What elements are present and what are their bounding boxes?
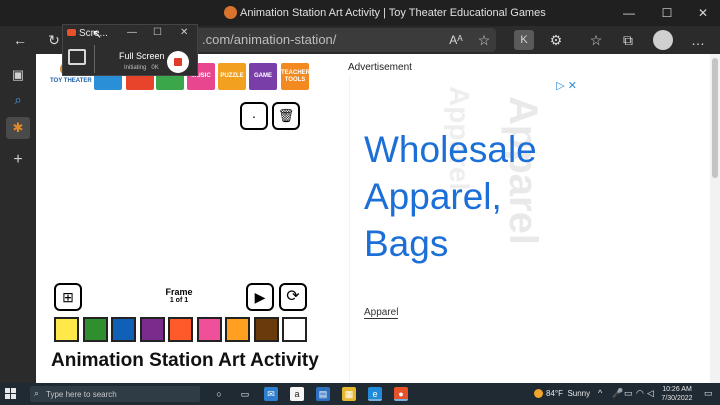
- recorder-status: Initiating 0K: [124, 65, 159, 71]
- microphone-icon[interactable]: 🎤: [612, 388, 623, 399]
- window-close-button[interactable]: ✕: [690, 3, 716, 23]
- window-title: Animation Station Art Activity | Toy The…: [240, 7, 546, 19]
- tray-chevron-icon[interactable]: ^: [598, 388, 602, 398]
- brush-size-button[interactable]: ·: [240, 102, 268, 130]
- ad-headline-line: Wholesale: [364, 129, 537, 170]
- address-bar-url: .com/animation-station/: [202, 32, 337, 47]
- sun-icon: [534, 389, 543, 399]
- play-icon: ▶: [254, 289, 266, 305]
- taskbar-search-placeholder: Type here to search: [46, 390, 117, 399]
- volume-icon[interactable]: ◁: [647, 388, 654, 399]
- recorder-minimize-button[interactable]: —: [127, 27, 137, 38]
- screen-recorder-window[interactable]: Scre... — ☐ ✕ Full Screen Initiating 0K: [62, 24, 198, 76]
- add-frame-button[interactable]: ⊞: [54, 283, 82, 311]
- color-swatch[interactable]: [139, 317, 165, 342]
- window-title-bar: Animation Station Art Activity | Toy The…: [0, 0, 720, 26]
- taskbar-clock[interactable]: 10:26 AM 7/30/2022: [656, 385, 698, 403]
- weather-widget[interactable]: 84°F Sunny: [534, 389, 590, 399]
- stop-icon: [174, 58, 182, 66]
- windows-taskbar: ⌕ Type here to search ○ ▭ ✉ a ▤ ▦ e ● 84…: [0, 383, 720, 405]
- ad-headline-line: Bags: [364, 223, 449, 264]
- tab-actions-icon[interactable]: ▣: [6, 64, 30, 86]
- window-minimize-button[interactable]: —: [616, 3, 642, 23]
- back-icon[interactable]: ←: [10, 30, 30, 50]
- search-icon: ⌕: [34, 388, 40, 398]
- collections-icon[interactable]: ⧉: [618, 30, 638, 50]
- extensions-icon[interactable]: ⚙: [546, 30, 566, 50]
- capture-mode-icon[interactable]: [68, 49, 86, 65]
- network-icon[interactable]: ▭: [624, 388, 633, 399]
- add-frame-icon: ⊞: [62, 289, 74, 305]
- clock-time: 10:26 AM: [662, 386, 692, 393]
- refresh-icon[interactable]: ↻: [44, 30, 64, 50]
- frame-counter: 1 of 1: [169, 297, 189, 304]
- task-view-2-icon[interactable]: ▭: [238, 387, 252, 401]
- advertisement[interactable]: Apparel Apparel ▷ ✕ Wholesale Apparel, B…: [349, 76, 581, 383]
- file-explorer-icon[interactable]: ▤: [316, 387, 330, 401]
- color-swatch[interactable]: [225, 317, 250, 342]
- logo-text: TOY THEATER: [50, 78, 92, 84]
- clear-button[interactable]: 🗑: [272, 102, 300, 130]
- add-favorite-icon[interactable]: ☆: [474, 30, 494, 50]
- profile-avatar[interactable]: [653, 30, 673, 50]
- extension-icon[interactable]: K: [514, 30, 534, 50]
- color-swatch[interactable]: [54, 317, 79, 342]
- mail-icon[interactable]: ✉: [264, 387, 278, 401]
- recorder-close-button[interactable]: ✕: [180, 27, 188, 38]
- taskbar-search-box[interactable]: ⌕ Type here to search: [30, 386, 200, 402]
- screen-recorder-taskbar-icon[interactable]: ●: [394, 387, 408, 401]
- color-swatch[interactable]: [111, 317, 136, 342]
- ad-label: Advertisement: [348, 62, 412, 73]
- category-tab-game[interactable]: GAME: [249, 63, 277, 90]
- page-scrollbar[interactable]: [710, 54, 720, 383]
- color-swatch[interactable]: [282, 317, 307, 342]
- site-favicon-icon: [224, 6, 237, 19]
- color-swatch[interactable]: [253, 317, 279, 342]
- loop-icon: ⟳: [286, 288, 300, 305]
- capture-mode-label: Full Screen: [119, 51, 165, 61]
- notifications-icon[interactable]: ▭: [704, 388, 713, 399]
- task-view-icon[interactable]: ○: [212, 387, 226, 401]
- category-tab-teacher-tools[interactable]: TEACHER TOOLS: [281, 63, 310, 90]
- color-swatch[interactable]: [168, 317, 193, 342]
- recorder-maximize-button[interactable]: ☐: [153, 27, 162, 38]
- start-button[interactable]: [5, 388, 16, 399]
- more-menu-icon[interactable]: …: [688, 30, 708, 50]
- web-page: TOY THEATER MUSIC PUZZLE GAME TEACHER TO…: [36, 54, 720, 383]
- play-button[interactable]: ▶: [246, 283, 274, 311]
- recorder-logo-icon: [67, 29, 76, 36]
- store-icon[interactable]: ▦: [342, 387, 356, 401]
- record-button[interactable]: [167, 51, 189, 73]
- trash-icon: 🗑: [277, 108, 295, 123]
- ad-choices-icon[interactable]: ▷ ✕: [556, 79, 577, 92]
- clock-date: 7/30/2022: [661, 395, 693, 402]
- frame-label: Frame: [165, 287, 193, 297]
- amazon-icon[interactable]: a: [290, 387, 304, 401]
- ad-link[interactable]: Apparel: [364, 307, 399, 319]
- page-heading: Animation Station Art Activity: [51, 350, 319, 371]
- color-swatch[interactable]: [196, 317, 222, 342]
- ad-headline-line: Apparel,: [364, 176, 502, 217]
- recorder-divider: [94, 45, 95, 73]
- mouse-cursor-icon: ↖: [92, 27, 103, 41]
- category-tab-puzzle[interactable]: PUZZLE: [218, 63, 246, 90]
- loop-button[interactable]: ⟳: [279, 283, 307, 311]
- ad-headline[interactable]: Wholesale Apparel, Bags: [364, 126, 537, 267]
- window-maximize-button[interactable]: ☐: [654, 3, 680, 23]
- dot-icon: ·: [251, 108, 257, 124]
- edge-browser-icon[interactable]: e: [368, 387, 382, 401]
- search-icon[interactable]: ⌕: [6, 89, 30, 111]
- vertical-tabs-rail: ▣ ⌕ ✱ +: [0, 54, 36, 383]
- color-swatch[interactable]: [82, 317, 108, 342]
- active-tab-icon[interactable]: ✱: [6, 117, 30, 139]
- read-aloud-icon[interactable]: Aᴬ: [446, 30, 466, 50]
- new-tab-icon[interactable]: +: [6, 149, 30, 171]
- scrollbar-thumb[interactable]: [712, 58, 718, 178]
- wifi-icon[interactable]: ◠: [636, 388, 644, 399]
- favorites-icon[interactable]: ☆: [586, 30, 606, 50]
